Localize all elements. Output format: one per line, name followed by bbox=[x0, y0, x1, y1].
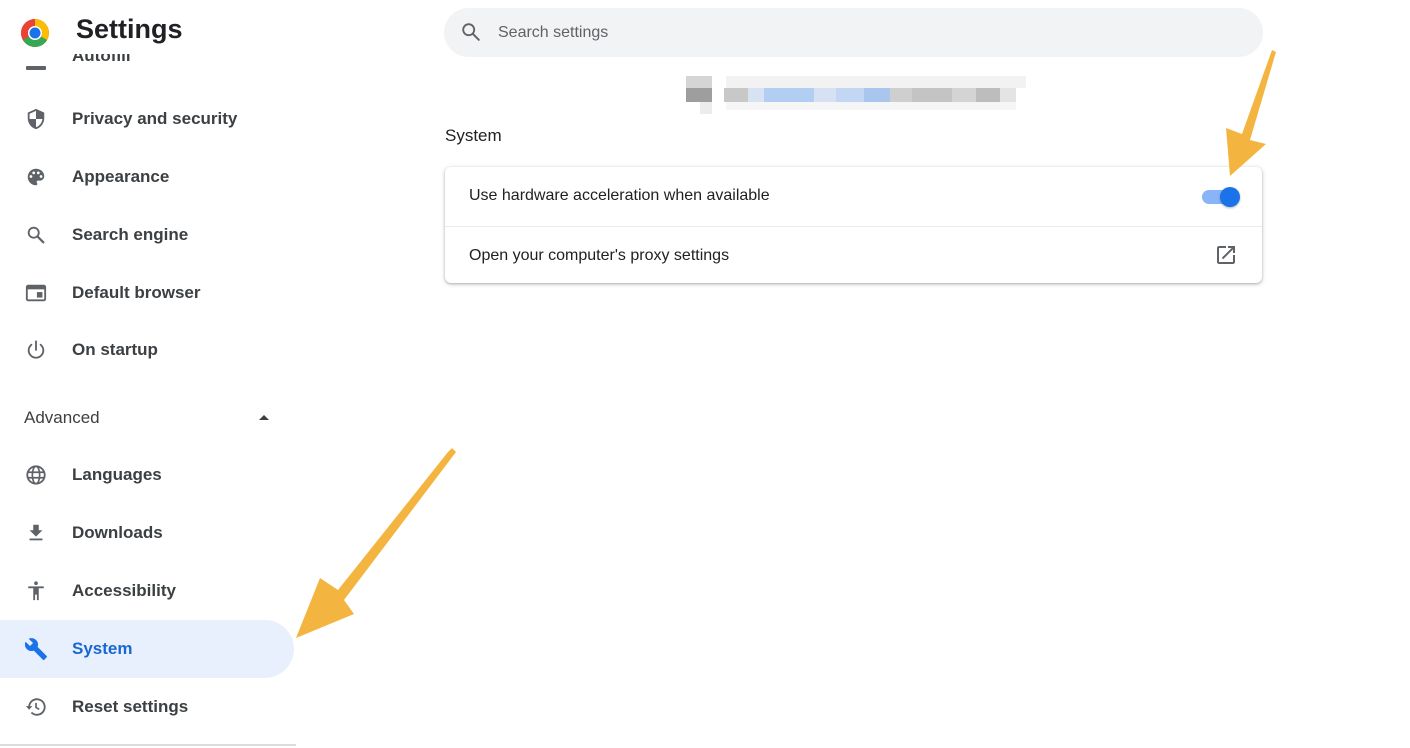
sidebar-item-system[interactable]: System bbox=[0, 620, 294, 678]
sidebar-item-search-engine[interactable]: Search engine bbox=[0, 206, 294, 264]
sidebar-item-accessibility[interactable]: Accessibility bbox=[0, 562, 294, 620]
globe-icon bbox=[24, 463, 48, 487]
download-icon bbox=[24, 521, 48, 545]
sidebar-item-privacy-and-security[interactable]: Privacy and security bbox=[0, 90, 294, 148]
hardware-acceleration-row[interactable]: Use hardware acceleration when available bbox=[445, 167, 1262, 225]
sidebar-item-label: Reset settings bbox=[72, 697, 189, 716]
sidebar-item-languages[interactable]: Languages bbox=[0, 446, 294, 504]
browser-window-icon bbox=[24, 281, 48, 305]
sidebar-item-default-browser[interactable]: Default browser bbox=[0, 264, 294, 322]
settings-app: Settings Autofill Privacy and security A… bbox=[0, 0, 1410, 748]
sidebar-item-label: System bbox=[72, 639, 133, 658]
sidebar-item-on-startup[interactable]: On startup bbox=[0, 321, 294, 379]
sidebar-item-autofill[interactable]: Autofill bbox=[24, 54, 164, 72]
shield-icon bbox=[24, 107, 48, 131]
proxy-settings-row[interactable]: Open your computer's proxy settings bbox=[445, 226, 1262, 284]
search-icon bbox=[24, 223, 48, 247]
hardware-acceleration-label: Use hardware acceleration when available bbox=[469, 187, 770, 204]
sidebar-item-label: Autofill bbox=[72, 54, 131, 65]
wrench-icon bbox=[24, 637, 48, 661]
sidebar-item-label: Accessibility bbox=[72, 581, 176, 600]
toggle-knob bbox=[1220, 187, 1240, 207]
caret-up-icon bbox=[259, 415, 269, 420]
sidebar-item-label: Default browser bbox=[72, 283, 201, 302]
sidebar-item-label: Search engine bbox=[72, 225, 189, 244]
annotation-arrow-top-icon bbox=[1226, 50, 1276, 176]
sidebar-item-reset-settings[interactable]: Reset settings bbox=[0, 678, 294, 736]
sidebar: Autofill Privacy and security Appearance… bbox=[0, 0, 296, 748]
sidebar-item-label: Appearance bbox=[72, 167, 170, 186]
palette-icon bbox=[24, 165, 48, 189]
system-settings-card: Use hardware acceleration when available… bbox=[445, 167, 1262, 283]
annotation-arrow-bottom-icon bbox=[296, 448, 456, 638]
hardware-acceleration-toggle[interactable] bbox=[1200, 187, 1240, 207]
sidebar-divider bbox=[0, 744, 296, 746]
sidebar-item-label: On startup bbox=[72, 340, 158, 359]
proxy-settings-label: Open your computer's proxy settings bbox=[469, 247, 730, 264]
power-icon bbox=[24, 338, 48, 362]
sidebar-item-label: Downloads bbox=[72, 523, 163, 542]
search-input[interactable] bbox=[498, 8, 1238, 57]
advanced-label: Advanced bbox=[24, 408, 100, 427]
section-title-system: System bbox=[445, 126, 502, 145]
sidebar-item-appearance[interactable]: Appearance bbox=[0, 148, 294, 206]
search-box[interactable] bbox=[444, 8, 1263, 57]
search-icon bbox=[462, 23, 480, 41]
autofill-icon bbox=[26, 66, 46, 70]
sidebar-item-label: Privacy and security bbox=[72, 109, 238, 128]
accessibility-icon bbox=[24, 579, 48, 603]
sidebar-item-label: Languages bbox=[72, 465, 162, 484]
sidebar-item-downloads[interactable]: Downloads bbox=[0, 504, 294, 562]
restore-icon bbox=[24, 695, 48, 719]
advanced-section-toggle[interactable]: Advanced bbox=[0, 388, 294, 446]
open-in-new-icon[interactable] bbox=[1214, 243, 1238, 267]
blurred-profile-info bbox=[686, 76, 1026, 114]
